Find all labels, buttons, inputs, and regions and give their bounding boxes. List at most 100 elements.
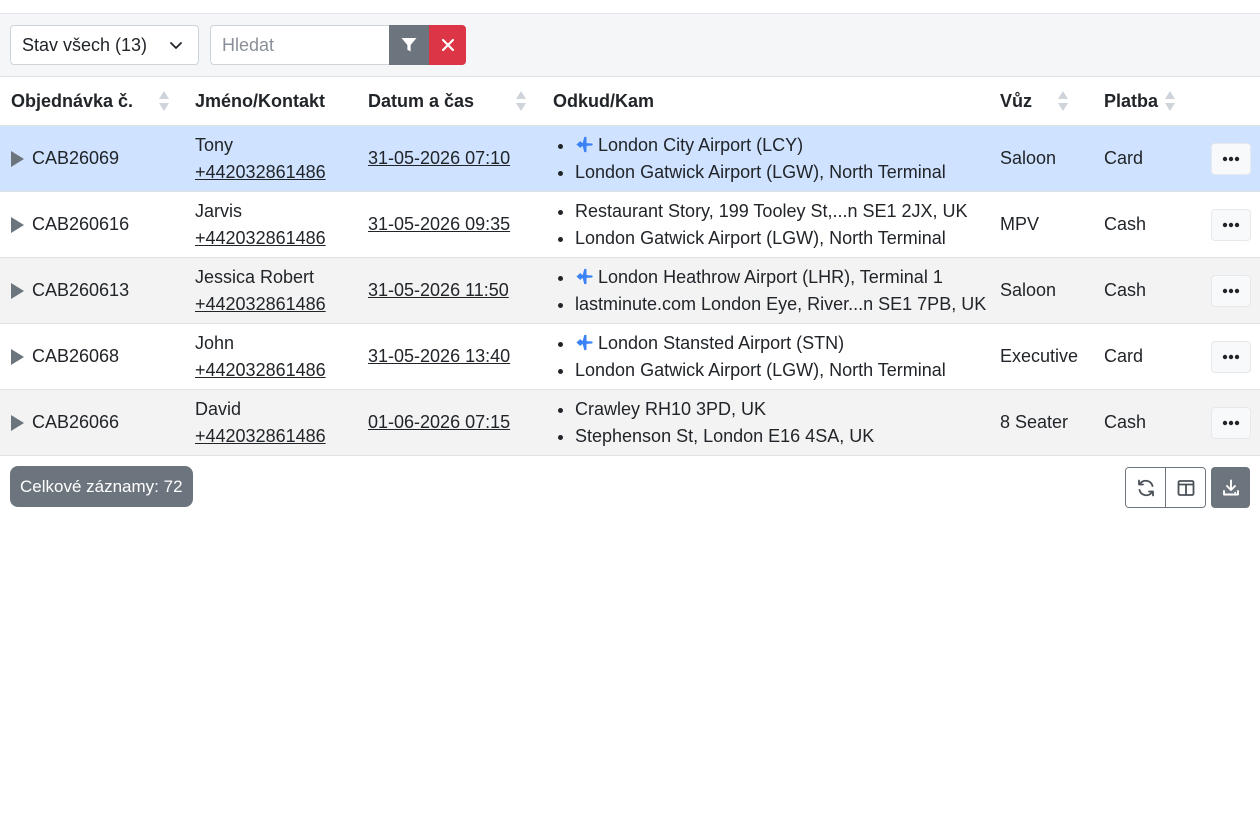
refresh-button[interactable]	[1126, 468, 1165, 507]
route-from: London City Airport (LCY)	[575, 132, 989, 159]
datetime-link[interactable]: 31-05-2026 09:35	[368, 214, 510, 234]
plane-icon	[576, 136, 593, 152]
route-to: London Gatwick Airport (LGW), North Term…	[575, 357, 989, 384]
payment-cell: Card	[1093, 323, 1200, 390]
download-icon	[1222, 479, 1239, 495]
row-actions-button[interactable]	[1211, 406, 1251, 439]
columns-toggle-button[interactable]	[1165, 468, 1205, 507]
table-header-row: Objednávka č. Jméno/Kontakt Datum a čas …	[0, 77, 1260, 126]
payment-cell: Cash	[1093, 191, 1200, 258]
name-contact-cell: Tony +442032861486	[184, 125, 357, 192]
column-header-name-contact: Jméno/Kontakt	[184, 77, 357, 126]
chevron-down-icon	[170, 42, 182, 49]
row-actions-button[interactable]	[1211, 340, 1251, 373]
actions-cell	[1200, 257, 1260, 324]
expand-row-icon[interactable]	[11, 216, 24, 233]
search-group	[210, 25, 466, 65]
column-header-order[interactable]: Objednávka č.	[0, 77, 184, 126]
order-cell: CAB260616	[0, 191, 184, 258]
more-options-icon	[1222, 288, 1240, 293]
datetime-cell: 31-05-2026 07:10	[357, 125, 542, 192]
search-input[interactable]	[210, 25, 389, 65]
columns-icon	[1177, 479, 1194, 496]
route-cell: Restaurant Story, 199 Tooley St,...n SE1…	[542, 191, 989, 258]
status-filter-label: Stav všech (13)	[22, 34, 148, 55]
column-header-vehicle[interactable]: Vůz	[989, 77, 1093, 126]
column-header-from-to: Odkud/Kam	[542, 77, 989, 126]
expand-row-icon[interactable]	[11, 150, 24, 167]
phone-link[interactable]: +442032861486	[195, 360, 326, 380]
table-row[interactable]: CAB26066 David +442032861486 01-06-2026 07:…	[0, 389, 1260, 456]
order-number: CAB26069	[32, 148, 120, 168]
datetime-link[interactable]: 31-05-2026 13:40	[368, 346, 510, 366]
more-options-icon	[1222, 420, 1240, 425]
status-filter-select[interactable]: Stav všech (13)	[10, 25, 199, 65]
more-options-icon	[1222, 222, 1240, 227]
datetime-link[interactable]: 31-05-2026 11:50	[368, 280, 509, 300]
table-row[interactable]: CAB26069 Tony +442032861486 31-05-2026 07:1…	[0, 125, 1260, 192]
table-footer: Celkové záznamy: 72	[0, 456, 1260, 516]
phone-link[interactable]: +442032861486	[195, 162, 326, 182]
datetime-cell: 31-05-2026 13:40	[357, 323, 542, 390]
route-to: lastminute.com London Eye, River...n SE1…	[575, 291, 989, 318]
table-row[interactable]: CAB260616 Jarvis +442032861486 31-05-2026 0…	[0, 191, 1260, 258]
vehicle-cell: Executive	[989, 323, 1093, 390]
actions-cell	[1200, 191, 1260, 258]
plane-icon	[576, 334, 593, 350]
route-cell: London Stansted Airport (STN)London Gatw…	[542, 323, 989, 390]
route-to: Stephenson St, London E16 4SA, UK	[575, 423, 989, 450]
route-from: Crawley RH10 3PD, UK	[575, 396, 989, 423]
route-to: London Gatwick Airport (LGW), North Term…	[575, 225, 989, 252]
expand-row-icon[interactable]	[11, 282, 24, 299]
route-cell: Crawley RH10 3PD, UKStephenson St, Londo…	[542, 389, 989, 456]
vehicle-cell: Saloon	[989, 257, 1093, 324]
row-actions-button[interactable]	[1211, 208, 1251, 241]
customer-name: Jessica Robert	[195, 266, 315, 287]
total-records-badge: Celkové záznamy: 72	[10, 466, 193, 507]
payment-cell: Cash	[1093, 257, 1200, 324]
route-cell: London Heathrow Airport (LHR), Terminal …	[542, 257, 989, 324]
table-row[interactable]: CAB260613 Jessica Robert +442032861486 31-0…	[0, 257, 1260, 324]
order-number: CAB26068	[32, 346, 120, 366]
phone-link[interactable]: +442032861486	[195, 426, 326, 446]
order-cell: CAB260613	[0, 257, 184, 324]
order-number: CAB26066	[32, 412, 120, 432]
phone-link[interactable]: +442032861486	[195, 228, 326, 248]
more-options-icon	[1222, 354, 1240, 359]
filter-button[interactable]	[389, 25, 429, 65]
more-options-icon	[1222, 156, 1240, 161]
expand-row-icon[interactable]	[11, 348, 24, 365]
phone-link[interactable]: +442032861486	[195, 294, 326, 314]
top-border	[0, 0, 1260, 14]
order-number: CAB260616	[32, 214, 130, 234]
name-contact-cell: David +442032861486	[184, 389, 357, 456]
route-list: London Stansted Airport (STN)London Gatw…	[553, 330, 989, 384]
order-cell: CAB26068	[0, 323, 184, 390]
datetime-cell: 31-05-2026 11:50	[357, 257, 542, 324]
row-actions-button[interactable]	[1211, 142, 1251, 175]
column-header-payment[interactable]: Platba	[1093, 77, 1200, 126]
vehicle-cell: MPV	[989, 191, 1093, 258]
row-actions-button[interactable]	[1211, 274, 1251, 307]
datetime-link[interactable]: 31-05-2026 07:10	[368, 148, 510, 168]
vehicle-cell: 8 Seater	[989, 389, 1093, 456]
payment-cell: Cash	[1093, 389, 1200, 456]
table-row[interactable]: CAB26068 John +442032861486 31-05-2026 13:4…	[0, 323, 1260, 390]
filter-icon	[401, 38, 417, 52]
order-cell: CAB26069	[0, 125, 184, 192]
bookings-table: Objednávka č. Jméno/Kontakt Datum a čas …	[0, 77, 1260, 456]
route-from: London Stansted Airport (STN)	[575, 330, 989, 357]
name-contact-cell: Jarvis +442032861486	[184, 191, 357, 258]
column-header-datetime[interactable]: Datum a čas	[357, 77, 542, 126]
expand-row-icon[interactable]	[11, 414, 24, 431]
vehicle-cell: Saloon	[989, 125, 1093, 192]
route-from: London Heathrow Airport (LHR), Terminal …	[575, 264, 989, 291]
datetime-link[interactable]: 01-06-2026 07:15	[368, 412, 510, 432]
sort-icon	[516, 91, 526, 111]
datetime-cell: 31-05-2026 09:35	[357, 191, 542, 258]
toolbar: Stav všech (13)	[0, 14, 1260, 77]
sort-icon	[1058, 91, 1068, 111]
route-from: Restaurant Story, 199 Tooley St,...n SE1…	[575, 198, 989, 225]
clear-search-button[interactable]	[429, 25, 466, 65]
download-button[interactable]	[1211, 467, 1250, 508]
